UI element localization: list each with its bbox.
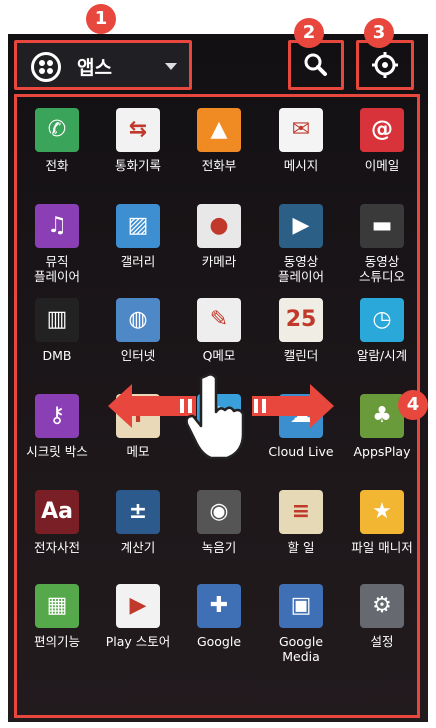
app-music[interactable]: ♫ 뮤직 플레이어 [16,204,98,284]
app-internet[interactable]: ◍ 인터넷 [97,298,179,363]
swipe-hand-icon [186,373,245,460]
app-google-folder[interactable]: ✚ Google [178,584,260,649]
app-play-store[interactable]: ▶ Play 스토어 [97,584,179,649]
apps-dropdown[interactable]: 앱스 [14,40,192,90]
gallery-icon: ▨ [116,204,160,248]
secret-box-icon: ⚷ [35,394,79,438]
app-qmemo[interactable]: ✎ Q메모 [178,298,260,363]
settings-button[interactable] [356,40,414,90]
app-label: 통화기록 [114,158,161,173]
app-call-log[interactable]: ⇆ 통화기록 [97,108,179,173]
app-secret-box[interactable]: ⚷ 시크릿 박스 [16,394,98,459]
app-email[interactable]: @ 이메일 [341,108,423,173]
gear-icon [372,52,398,78]
message-icon: ✉ [279,108,323,152]
phone-screen: 앱스 ✆ 전화 ⇆ 통화기록 ▲ 전화부 ✉ 메시지 @ 이메일 ♫ 뮤직 플레이어 ▨ 갤러리 ● 카메라 ▶… [8,34,428,722]
dmb-icon: ▥ [35,298,79,342]
app-label: 시크릿 박스 [26,444,88,459]
app-contacts[interactable]: ▲ 전화부 [178,108,260,173]
app-label: 설정 [370,634,394,649]
app-google-media[interactable]: ▣ Google Media [260,584,342,664]
app-label: 전화부 [201,158,237,173]
swipe-right-arrow [252,384,334,428]
video-player-icon: ▶ [279,204,323,248]
app-label: 메모 [126,444,150,459]
app-recorder[interactable]: ◉ 녹음기 [178,490,260,555]
callout-badge-1: 1 [86,4,116,34]
app-label: Cloud Live [268,444,334,459]
app-label: 전자사전 [33,540,80,555]
app-label: 갤러리 [120,254,156,269]
app-message[interactable]: ✉ 메시지 [260,108,342,173]
app-label: 할 일 [287,540,315,555]
music-icon: ♫ [35,204,79,248]
app-calculator[interactable]: ± 계산기 [97,490,179,555]
settings-icon: ⚙ [360,584,404,628]
todo-icon: ≡ [279,490,323,534]
appsplay-icon: ♣ [360,394,404,438]
search-button[interactable] [288,40,344,90]
camera-icon: ● [197,204,241,248]
app-label: 이메일 [364,158,400,173]
app-label: 메시지 [283,158,319,173]
app-utilities[interactable]: ▦ 편의기능 [16,584,98,649]
app-label: 뮤직 플레이어 [33,254,80,284]
app-settings[interactable]: ⚙ 설정 [341,584,423,649]
calculator-icon: ± [116,490,160,534]
dropdown-caret-icon [165,63,177,70]
app-phone[interactable]: ✆ 전화 [16,108,98,173]
callout-badge-4: 4 [398,390,428,420]
recorder-icon: ◉ [197,490,241,534]
dictionary-icon: Aa [35,490,79,534]
utilities-icon: ▦ [35,584,79,628]
app-todo[interactable]: ≡ 할 일 [260,490,342,555]
app-dmb[interactable]: ▥ DMB [16,298,98,363]
app-label: Q메모 [202,348,236,363]
app-label: 편의기능 [33,634,80,649]
app-label: 카메라 [201,254,237,269]
phone-icon: ✆ [35,108,79,152]
app-label: Play 스토어 [105,634,171,649]
top-bar: 앱스 [8,34,428,92]
app-calendar[interactable]: 25 캘린더 [260,298,342,363]
google-media-icon: ▣ [279,584,323,628]
app-label: 알람/시계 [356,348,408,363]
call-log-icon: ⇆ [116,108,160,152]
file-manager-icon: ★ [360,490,404,534]
app-label: 동영상 플레이어 [277,254,324,284]
app-label: Google [196,634,242,649]
video-studio-icon: ▬ [360,204,404,248]
email-icon: @ [360,108,404,152]
app-label: DMB [42,348,72,363]
app-label: AppsPlay [353,444,411,459]
app-label: 계산기 [120,540,156,555]
app-gallery[interactable]: ▨ 갤러리 [97,204,179,269]
app-label: 녹음기 [201,540,237,555]
contacts-icon: ▲ [197,108,241,152]
callout-badge-2: 2 [294,18,324,48]
app-video-player[interactable]: ▶ 동영상 플레이어 [260,204,342,284]
app-label: 인터넷 [120,348,156,363]
internet-icon: ◍ [116,298,160,342]
google-folder-icon: ✚ [197,584,241,628]
app-file-manager[interactable]: ★ 파일 매니저 [341,490,423,555]
apps-label: 앱스 [77,57,112,79]
apps-grid-icon [31,52,61,82]
app-label: 캘린더 [283,348,319,363]
search-icon [304,53,327,76]
app-label: 전화 [45,158,69,173]
app-dictionary[interactable]: Aa 전자사전 [16,490,98,555]
app-camera[interactable]: ● 카메라 [178,204,260,269]
app-clock[interactable]: ◷ 알람/시계 [341,298,423,363]
clock-icon: ◷ [360,298,404,342]
callout-badge-3: 3 [364,18,394,48]
app-label: Google Media [278,634,324,664]
play-store-icon: ▶ [116,584,160,628]
calendar-icon: 25 [279,298,323,342]
app-label: 파일 매니저 [351,540,413,555]
app-video-studio[interactable]: ▬ 동영상 스튜디오 [341,204,423,284]
app-label: 동영상 스튜디오 [358,254,405,284]
qmemo-icon: ✎ [197,298,241,342]
